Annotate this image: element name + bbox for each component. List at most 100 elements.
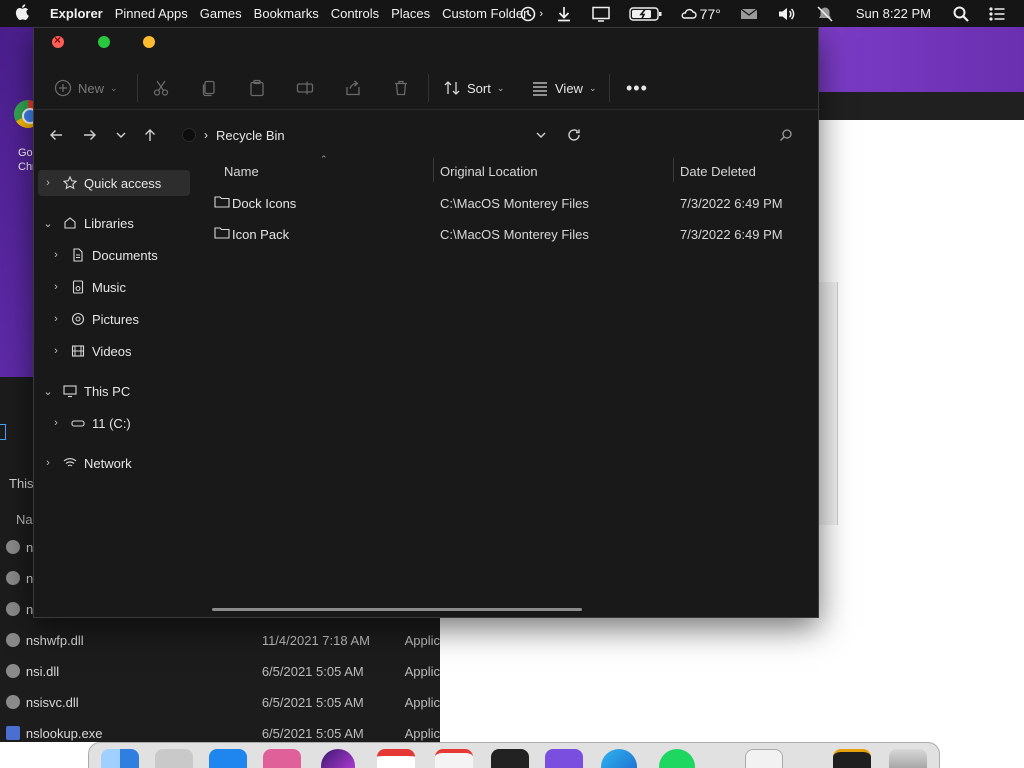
control-center-icon[interactable]: [979, 6, 1024, 22]
toolbar-divider: [428, 74, 429, 102]
delete-button[interactable]: [392, 66, 410, 110]
chevron-down-icon[interactable]: ⌄: [42, 217, 54, 230]
trash-icon[interactable]: [889, 749, 927, 768]
menu-pinned-apps[interactable]: Pinned Apps: [109, 6, 194, 21]
horizontal-scrollbar[interactable]: [212, 608, 582, 611]
spotify-icon[interactable]: [659, 749, 695, 768]
chevron-right-icon[interactable]: ›: [50, 249, 62, 261]
textedit-icon[interactable]: [745, 749, 783, 768]
chevron-right-icon[interactable]: ›: [50, 313, 62, 325]
sidebar-item-this-pc[interactable]: ⌄ This PC: [42, 378, 130, 404]
paste-button[interactable]: [248, 66, 266, 110]
chevron-down-icon[interactable]: ⌄: [42, 385, 54, 398]
history-icon[interactable]: [510, 5, 546, 23]
table-row[interactable]: Icon Pack C:\MacOS Monterey Files 7/3/20…: [208, 221, 814, 247]
sidebar-item-network[interactable]: › Network: [42, 450, 132, 476]
up-icon[interactable]: [142, 120, 158, 150]
address-dropdown-icon[interactable]: [534, 120, 548, 150]
mail-icon[interactable]: [730, 6, 768, 22]
videos-icon: [70, 343, 86, 359]
column-divider[interactable]: [673, 158, 674, 182]
exe-icon: [6, 726, 20, 740]
menu-app-name[interactable]: Explorer: [44, 6, 109, 21]
breadcrumb-location[interactable]: Recycle Bin: [216, 128, 285, 143]
table-row[interactable]: Dock Icons C:\MacOS Monterey Files 7/3/2…: [208, 190, 814, 216]
sidebar-item-quick-access[interactable]: › Quick access: [38, 170, 190, 196]
wallpaper-right: [818, 27, 1024, 92]
share-button[interactable]: [344, 66, 362, 110]
column-divider[interactable]: [433, 158, 434, 182]
file-original-location: C:\MacOS Monterey Files: [440, 226, 589, 242]
sidebar-item-pictures[interactable]: › Pictures: [50, 306, 139, 332]
refresh-icon[interactable]: [566, 120, 582, 150]
file-type: Applic: [404, 694, 440, 710]
back-icon[interactable]: [48, 120, 64, 150]
menubar-clock[interactable]: Sun 8:22 PM: [844, 6, 943, 21]
music-icon: [70, 279, 86, 295]
chevron-right-icon[interactable]: ›: [50, 281, 62, 293]
sidebar-item-videos[interactable]: › Videos: [50, 338, 131, 364]
sidebar-item-libraries[interactable]: ⌄ Libraries: [42, 210, 133, 236]
search-icon[interactable]: [778, 120, 794, 150]
display-icon[interactable]: [582, 5, 620, 23]
copy-button[interactable]: [200, 66, 218, 110]
column-header-name[interactable]: Name: [224, 154, 259, 188]
breadcrumb[interactable]: › Recycle Bin: [182, 120, 285, 150]
chevron-right-icon[interactable]: ›: [50, 345, 62, 357]
calendar-icon[interactable]: [377, 749, 415, 768]
sidebar-item-documents[interactable]: › Documents: [50, 242, 158, 268]
background-selection-mark: [0, 424, 6, 440]
terminal-icon[interactable]: [491, 749, 529, 768]
system-prefs-icon[interactable]: [263, 749, 301, 768]
notes-icon[interactable]: [545, 749, 583, 768]
apple-icon[interactable]: [0, 3, 44, 24]
column-header-date[interactable]: Date Deleted: [680, 154, 756, 188]
file-type: Applic: [404, 663, 440, 679]
window-maximize-button[interactable]: [98, 36, 110, 48]
search-icon[interactable]: [943, 5, 979, 23]
finder-icon[interactable]: [101, 749, 139, 768]
rename-button[interactable]: [296, 66, 314, 110]
menu-games[interactable]: Games: [194, 6, 248, 21]
new-icon: [54, 79, 72, 97]
recent-locations-icon[interactable]: [114, 120, 128, 150]
news-icon[interactable]: [435, 749, 473, 768]
menu-places[interactable]: Places: [385, 6, 436, 21]
column-header-location[interactable]: Original Location: [440, 154, 538, 188]
plex-icon[interactable]: [833, 749, 871, 768]
background-dialog: [818, 282, 838, 525]
list-item[interactable]: nsi.dll 6/5/2021 5:05 AM Applic: [0, 660, 440, 682]
new-button-label: New: [78, 80, 105, 96]
launchpad-icon[interactable]: [155, 749, 193, 768]
list-item[interactable]: nsisvc.dll 6/5/2021 5:05 AM Applic: [0, 691, 440, 713]
window-minimize-button[interactable]: [143, 36, 155, 48]
chevron-right-icon[interactable]: ›: [42, 457, 54, 469]
list-item[interactable]: nslookup.exe 6/5/2021 5:05 AM Applic: [0, 722, 440, 744]
dll-icon: [6, 664, 20, 678]
edge-icon[interactable]: [601, 749, 637, 768]
new-button[interactable]: New ⌄: [54, 66, 118, 110]
forward-icon[interactable]: [82, 120, 98, 150]
cut-button[interactable]: [152, 66, 170, 110]
battery-icon[interactable]: [620, 6, 672, 22]
list-item[interactable]: nshwfp.dll 11/4/2021 7:18 AM Applic: [0, 629, 440, 651]
chevron-right-icon[interactable]: ›: [42, 177, 54, 189]
notifications-off-icon[interactable]: [806, 5, 844, 23]
more-options-icon[interactable]: •••: [626, 66, 648, 110]
file-name: nsi.dll: [25, 663, 60, 679]
share-icon: [346, 80, 360, 96]
sidebar-item-drive-c[interactable]: › 11 (C:): [50, 410, 131, 436]
document-icon: [70, 247, 86, 263]
app-store-icon[interactable]: [209, 749, 247, 768]
siri-icon[interactable]: [321, 749, 355, 768]
menu-controls[interactable]: Controls: [325, 6, 385, 21]
menu-bookmarks[interactable]: Bookmarks: [248, 6, 325, 21]
view-button[interactable]: View ⌄: [531, 66, 597, 110]
volume-icon[interactable]: [768, 5, 806, 23]
window-close-button[interactable]: [52, 33, 64, 48]
sidebar-item-music[interactable]: › Music: [50, 274, 126, 300]
download-icon[interactable]: [546, 5, 582, 23]
chevron-right-icon[interactable]: ›: [50, 417, 62, 429]
weather-icon[interactable]: 77°: [672, 6, 730, 22]
sort-button[interactable]: Sort ⌄: [443, 66, 504, 110]
